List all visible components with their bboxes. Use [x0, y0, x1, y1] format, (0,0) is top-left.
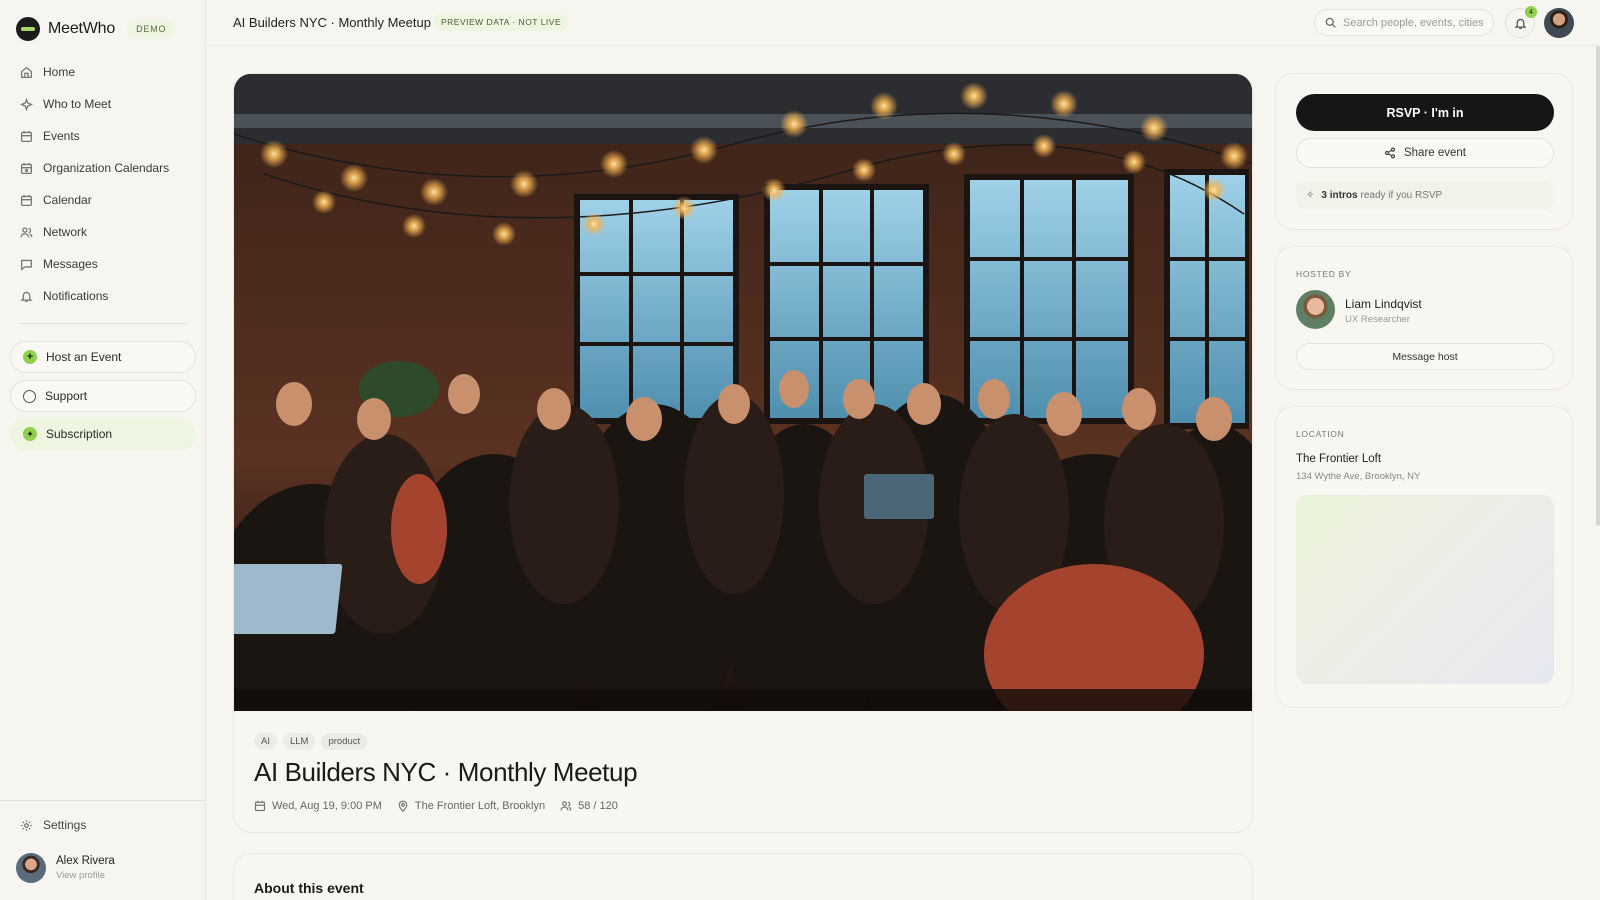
host-event-label: Host an Event — [46, 350, 122, 364]
gear-icon — [21, 819, 32, 831]
settings-link[interactable]: Settings — [20, 818, 86, 832]
support-icon — [23, 389, 36, 403]
brand[interactable]: MeetWho DEMO — [16, 17, 176, 41]
event-photo — [234, 74, 1252, 711]
event-tags: AI LLM product — [254, 733, 368, 750]
user-name: Alex Rivera — [56, 855, 115, 867]
host-card: HOSTED BY Liam Lindqvist UX Researcher M… — [1275, 246, 1573, 390]
message-host-button[interactable]: Message host — [1296, 343, 1554, 370]
sidebar-item-who-to-meet[interactable]: Who to Meet — [10, 88, 196, 120]
sidebar-item-label: Organization Calendars — [43, 161, 170, 175]
tag-chip[interactable]: AI — [254, 733, 277, 750]
search-bar[interactable] — [1314, 9, 1494, 36]
event-date: Wed, Aug 19, 9:00 PM — [272, 800, 382, 812]
sidebar-item-label: Notifications — [43, 289, 109, 303]
support-label: Support — [45, 389, 88, 403]
location-label: LOCATION — [1296, 429, 1345, 439]
about-heading: About this event — [254, 880, 364, 896]
plus-icon: + — [23, 350, 37, 364]
host-name[interactable]: Liam Lindqvist — [1345, 297, 1422, 311]
event-meta: Wed, Aug 19, 9:00 PM The Frontier Loft, … — [254, 800, 633, 812]
avatar — [16, 853, 46, 883]
intros-banner: ✧ 3 intros ready if you RSVP — [1296, 181, 1554, 209]
calendar-icon — [254, 800, 266, 812]
search-icon — [1325, 17, 1336, 28]
bell-icon — [1513, 18, 1527, 29]
sidebar-item-label: Who to Meet — [43, 97, 112, 111]
demo-badge: DEMO — [127, 20, 176, 38]
preview-badge: PREVIEW DATA · NOT LIVE — [434, 13, 569, 31]
top-bar: AI Builders NYC · Monthly Meetup PREVIEW… — [207, 0, 1600, 46]
message-icon — [20, 259, 33, 271]
share-event-label: Share event — [1403, 147, 1466, 159]
share-icon — [1384, 147, 1396, 159]
about-card: About this event — [233, 853, 1253, 900]
sidebar-item-label: Messages — [43, 257, 98, 271]
sparkle-icon: ✧ — [1306, 189, 1315, 201]
scrollbar[interactable] — [1596, 46, 1600, 526]
subscription-button[interactable]: ✦ Subscription — [10, 418, 196, 450]
users-icon — [20, 226, 33, 237]
event-card: AI LLM product AI Builders NYC · Monthly… — [233, 73, 1253, 833]
event-attendance: 58 / 120 — [578, 800, 618, 812]
share-event-button[interactable]: Share event — [1296, 138, 1554, 168]
rsvp-card: RSVP · I'm in Share event ✧ 3 intros rea… — [1275, 73, 1573, 230]
sidebar-item-label: Home — [43, 65, 76, 79]
sidebar-item-label: Network — [43, 225, 88, 239]
sparkles-icon — [20, 97, 33, 111]
page-title: AI Builders NYC · Monthly Meetup — [233, 15, 431, 30]
location-map[interactable] — [1296, 495, 1554, 684]
search-input[interactable] — [1343, 16, 1483, 29]
brand-name: MeetWho — [48, 20, 116, 37]
event-hero-image — [234, 74, 1252, 711]
map-pin-icon — [398, 800, 408, 812]
home-icon — [20, 66, 33, 78]
location-card: LOCATION The Frontier Loft 134 Wythe Ave… — [1275, 406, 1573, 708]
sidebar-item-events[interactable]: Events — [10, 120, 196, 152]
hosted-by-label: HOSTED BY — [1296, 269, 1352, 279]
sidebar-item-label: Calendar — [43, 193, 92, 207]
support-button[interactable]: Support — [10, 380, 196, 412]
host-role: UX Researcher — [1345, 314, 1410, 325]
host-event-button[interactable]: + Host an Event — [10, 341, 196, 373]
avatar[interactable] — [1544, 8, 1574, 38]
sparkle-icon: ✦ — [23, 427, 37, 441]
tag-chip[interactable]: LLM — [282, 733, 316, 750]
bell-icon — [20, 291, 33, 302]
sidebar-nav: Home Who to Meet Events Organization Cal… — [10, 56, 196, 312]
sidebar-item-organization-calendars[interactable]: Organization Calendars — [10, 152, 196, 184]
intros-text: ready if you RSVP — [1360, 189, 1443, 201]
subscription-label: Subscription — [46, 427, 113, 441]
user-profile[interactable]: Alex Rivera View profile — [16, 853, 115, 883]
notification-count-badge: 4 — [1525, 6, 1537, 18]
sidebar-item-network[interactable]: Network — [10, 216, 196, 248]
event-venue: The Frontier Loft, Brooklyn — [414, 800, 546, 812]
view-profile-link[interactable]: View profile — [56, 870, 115, 881]
calendar-icon — [20, 130, 33, 142]
location-name: The Frontier Loft — [1296, 453, 1382, 465]
sidebar-divider — [18, 323, 188, 324]
settings-label: Settings — [43, 818, 87, 832]
sidebar-item-messages[interactable]: Messages — [10, 248, 196, 280]
sidebar-item-notifications[interactable]: Notifications — [10, 280, 196, 312]
users-icon — [560, 801, 572, 811]
tag-chip[interactable]: product — [321, 733, 368, 750]
avatar[interactable] — [1296, 290, 1335, 329]
brand-logo-icon — [16, 17, 40, 41]
rsvp-button[interactable]: RSVP · I'm in — [1296, 94, 1554, 131]
sidebar-item-label: Events — [43, 129, 80, 143]
intros-count: 3 intros — [1321, 189, 1358, 201]
location-address: 134 Wythe Ave, Brooklyn, NY — [1296, 471, 1421, 482]
notifications-button[interactable]: 4 — [1505, 6, 1537, 38]
event-title: AI Builders NYC · Monthly Meetup — [254, 757, 638, 787]
sidebar-item-calendar[interactable]: Calendar — [10, 184, 196, 216]
sidebar: MeetWho DEMO Home Who to Meet Events Org… — [0, 0, 206, 900]
sidebar-item-home[interactable]: Home — [10, 56, 196, 88]
sidebar-footer-divider — [0, 800, 206, 801]
calendar-icon — [20, 194, 33, 206]
calendar-org-icon — [20, 162, 33, 174]
